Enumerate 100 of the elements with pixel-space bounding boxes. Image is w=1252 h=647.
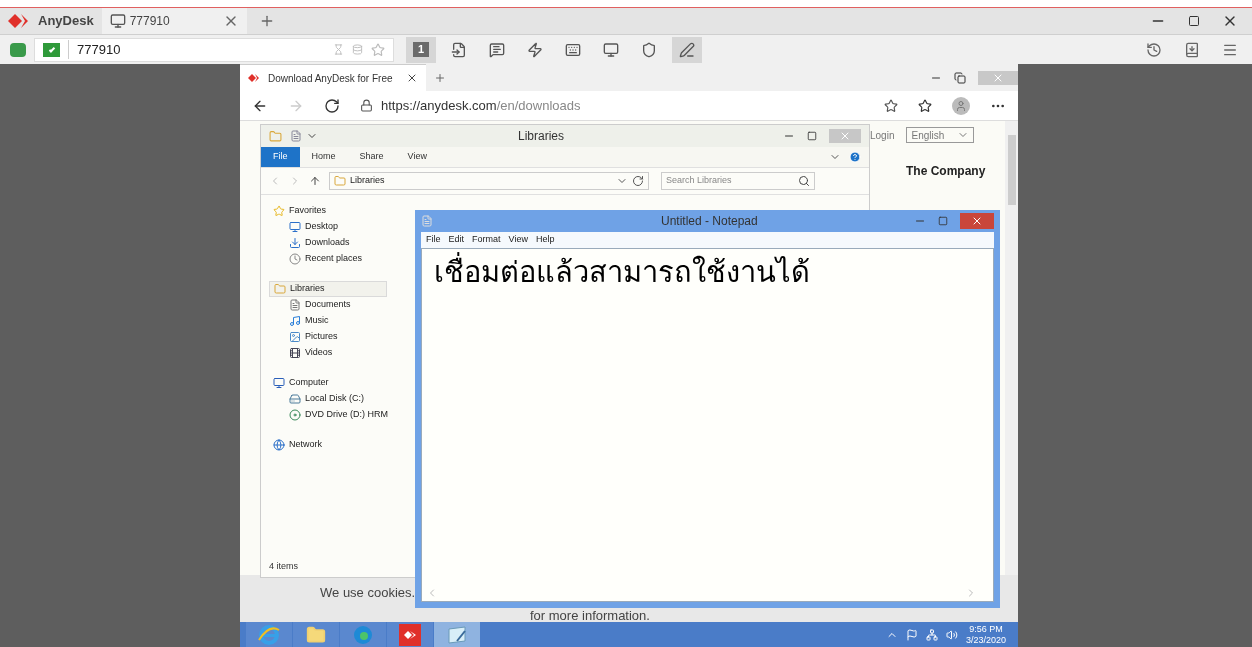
folder-icon — [269, 129, 282, 143]
refresh-icon[interactable] — [324, 97, 340, 114]
scrollbar[interactable] — [1005, 121, 1018, 575]
network-icon[interactable] — [925, 628, 938, 641]
speaker-icon[interactable] — [945, 628, 958, 641]
nav-label: Music — [305, 314, 329, 328]
clock[interactable]: 9:56 PM 3/23/2020 — [965, 623, 1006, 646]
nav-label: Videos — [305, 346, 333, 360]
nav-label: Pictures — [305, 330, 338, 344]
nav-label: Documents — [305, 298, 351, 312]
url-text: https://anydesk.com/en/downloads — [381, 96, 581, 115]
folder-icon — [306, 624, 326, 645]
toolbar-button[interactable] — [672, 36, 702, 63]
nav-item[interactable]: Downloads — [289, 235, 350, 251]
search-field[interactable]: Search Libraries — [661, 172, 815, 190]
app-name: AnyDesk — [38, 12, 94, 31]
nav-label: Desktop — [305, 220, 339, 234]
breadcrumb-field[interactable]: Libraries — [329, 172, 649, 190]
taskbar-app[interactable] — [387, 622, 433, 647]
nav-item[interactable]: Network — [269, 437, 387, 453]
ribbon-tab[interactable]: Share — [347, 147, 396, 167]
ie-logo-icon — [257, 623, 281, 646]
close-icon[interactable] — [406, 72, 418, 84]
favorites-icon[interactable] — [918, 98, 932, 113]
document-text: เชื่อมต่อแล้วสามารถใช้งานได้ — [422, 249, 810, 585]
flag-icon[interactable] — [905, 628, 918, 641]
avatar[interactable] — [952, 96, 970, 115]
nav-item[interactable]: Videos — [289, 345, 333, 361]
browser-tab[interactable]: Download AnyDesk for Free — [240, 64, 426, 91]
nav-label: Recent places — [305, 252, 363, 266]
nav-item[interactable]: DVD Drive (D:) HRM — [289, 407, 388, 423]
chat-icon — [489, 41, 505, 58]
anydesk-logo-icon — [399, 623, 421, 646]
maximize-icon[interactable] — [807, 131, 817, 141]
star-icon — [273, 205, 285, 217]
clock-icon — [289, 253, 301, 265]
cookie-text: We use cookies. — [320, 584, 416, 602]
close-icon — [839, 130, 851, 142]
document-icon — [290, 130, 302, 142]
taskbar-app[interactable] — [293, 622, 339, 647]
tab-title: Download AnyDesk for Free — [268, 71, 393, 86]
taskbar-app[interactable] — [246, 622, 292, 647]
search-icon — [798, 175, 810, 187]
toolbar-button[interactable]: 1 — [406, 36, 436, 63]
window-title: Libraries — [518, 128, 565, 145]
monitor-check-icon — [43, 42, 60, 57]
star-icon[interactable] — [371, 42, 385, 57]
nav-label: Computer — [289, 376, 329, 390]
shield-icon — [641, 41, 657, 58]
nav-item[interactable]: Music — [289, 313, 329, 329]
maximize-icon[interactable] — [1188, 15, 1200, 27]
star-icon[interactable] — [884, 98, 898, 113]
nav-item[interactable]: Pictures — [289, 329, 338, 345]
monitor-icon — [289, 221, 301, 233]
menu-item[interactable]: Format — [472, 233, 501, 247]
nav-item[interactable]: Desktop — [289, 219, 339, 235]
lightning-icon — [527, 41, 543, 58]
nav-item[interactable]: Recent places — [289, 251, 363, 267]
ribbon-tab[interactable]: View — [395, 147, 439, 167]
ribbon-tab[interactable]: File — [261, 147, 300, 167]
person-icon — [955, 99, 967, 112]
help-icon[interactable] — [849, 151, 861, 163]
date: 3/23/2020 — [965, 634, 1006, 646]
folder-icon — [274, 283, 286, 295]
history-icon[interactable] — [1146, 41, 1162, 58]
monitor-icon — [109, 13, 126, 29]
hard-drive-icon — [289, 393, 301, 405]
search-placeholder: Search Libraries — [666, 174, 732, 188]
menu-item[interactable]: File — [426, 233, 441, 247]
menu-item[interactable]: Edit — [448, 233, 465, 247]
up-arrow-icon[interactable] — [309, 175, 321, 187]
restore-icon[interactable] — [954, 71, 966, 84]
film-icon — [289, 347, 301, 359]
session-tab[interactable]: 777910 — [101, 8, 247, 34]
status-text: 4 items — [269, 559, 299, 573]
book-download-icon[interactable] — [1184, 41, 1200, 58]
ribbon-tab[interactable]: Home — [299, 147, 348, 167]
hourglass-icon — [333, 44, 344, 55]
anydesk-logo-icon — [248, 74, 260, 82]
nav-label: Favorites — [289, 204, 326, 218]
edge-logo-icon — [352, 623, 374, 646]
breadcrumb: Libraries — [350, 174, 385, 188]
menu-item[interactable]: View — [508, 233, 528, 247]
language-select[interactable]: English — [906, 127, 975, 143]
new-tab-icon[interactable] — [434, 71, 446, 84]
nav-item[interactable]: Libraries — [269, 281, 387, 297]
menu-item[interactable]: Help — [535, 233, 555, 247]
address-field[interactable]: 777910 — [34, 37, 394, 62]
nav-item[interactable]: Computer — [269, 375, 387, 391]
address-value: 777910 — [68, 39, 121, 60]
nav-label: DVD Drive (D:) HRM — [305, 408, 388, 422]
nav-item[interactable]: Documents — [289, 297, 351, 313]
globe-icon — [273, 439, 285, 451]
taskbar-app[interactable] — [434, 622, 480, 647]
nav-item[interactable]: Local Disk (C:) — [289, 391, 364, 407]
pen-icon — [679, 41, 695, 58]
refresh-icon[interactable] — [632, 175, 644, 187]
nav-item[interactable]: Favorites — [269, 203, 387, 219]
login-link[interactable]: Login — [870, 127, 895, 143]
close-button[interactable] — [960, 213, 994, 229]
